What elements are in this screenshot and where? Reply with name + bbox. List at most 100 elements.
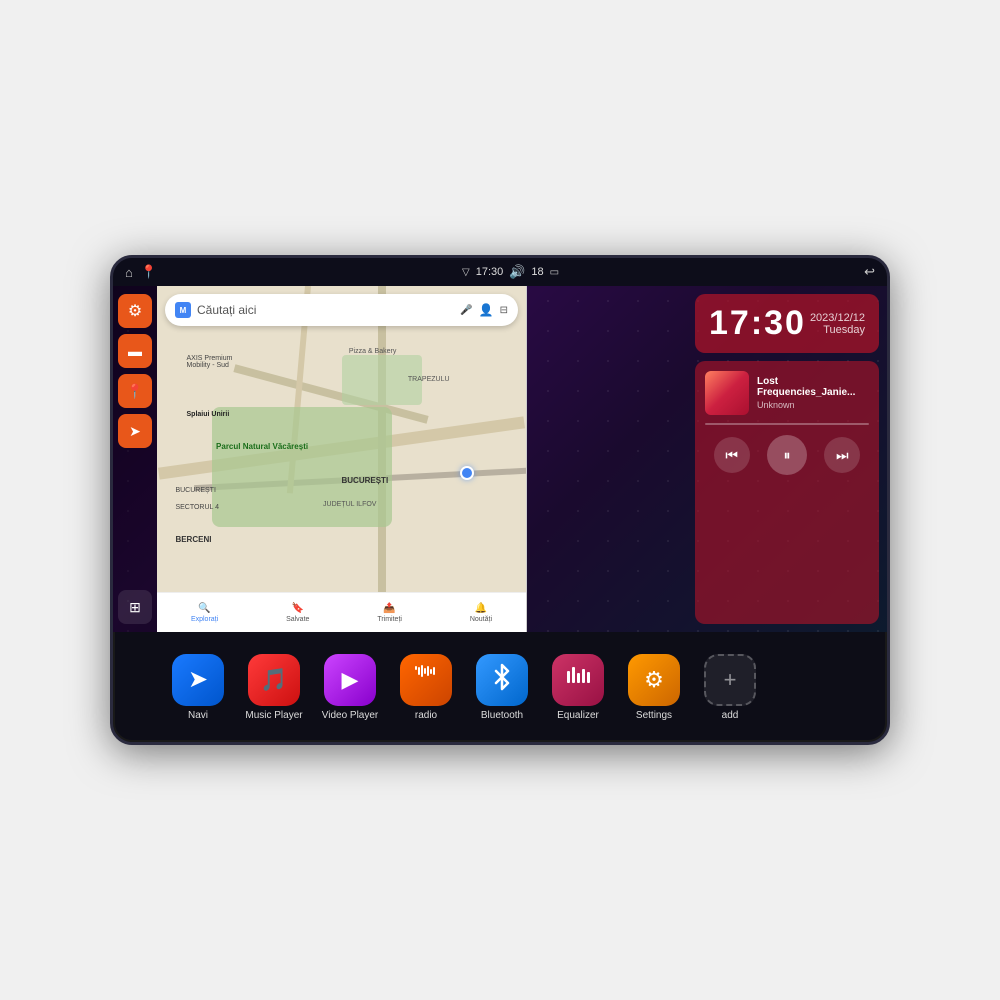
map-frame[interactable]: AXIS Premium Mobility - Sud Pizza & Bake… bbox=[157, 286, 527, 632]
add-label: add bbox=[722, 710, 739, 721]
bluetooth-icon-bg bbox=[476, 654, 528, 706]
clock-time: 17:30 bbox=[709, 304, 806, 343]
maps-status-icon[interactable]: 📍 bbox=[141, 264, 157, 280]
add-icon: + bbox=[724, 667, 737, 693]
sidebar-apps[interactable]: ⊞ bbox=[118, 590, 152, 624]
app-equalizer[interactable]: Equalizer bbox=[543, 654, 613, 721]
map-saved-btn[interactable]: 🔖 Salvate bbox=[286, 603, 309, 623]
video-player-label: Video Player bbox=[322, 710, 379, 721]
music-player-icon-bg: 🎵 bbox=[248, 654, 300, 706]
video-player-icon: ▶ bbox=[342, 667, 359, 693]
account-icon[interactable]: 👤 bbox=[479, 303, 494, 317]
nav-sidebar-icon: ➤ bbox=[129, 423, 141, 440]
saved-label: Salvate bbox=[286, 616, 309, 623]
battery-level: 18 bbox=[531, 266, 543, 278]
google-maps-logo: M bbox=[175, 302, 191, 318]
volume-icon: 🔊 bbox=[509, 264, 525, 280]
map-explore-btn[interactable]: 🔍 Explorați bbox=[191, 603, 218, 623]
music-progress-bar[interactable] bbox=[705, 423, 869, 425]
radio-label: radio bbox=[415, 710, 437, 721]
mic-icon[interactable]: 🎤 bbox=[460, 305, 472, 316]
map-area: AXIS Premium Mobility - Sud Pizza & Bake… bbox=[157, 286, 687, 632]
share-label: Trimiteți bbox=[377, 616, 402, 623]
time-display: 17:30 bbox=[476, 266, 504, 278]
bluetooth-icon bbox=[488, 663, 516, 697]
clock-day: Tuesday bbox=[810, 324, 865, 336]
music-player-label: Music Player bbox=[245, 710, 302, 721]
album-art-image bbox=[705, 371, 749, 415]
equalizer-icon bbox=[564, 663, 592, 697]
settings-sidebar-icon: ⚙ bbox=[128, 301, 142, 321]
status-left-icons: ⌂ 📍 bbox=[125, 264, 157, 280]
map-bottom-bar: 🔍 Explorați 🔖 Salvate 📤 Trimiteți � bbox=[157, 592, 526, 632]
sidebar-nav[interactable]: ➤ bbox=[118, 414, 152, 448]
apps-sidebar-icon: ⊞ bbox=[129, 599, 141, 616]
prev-button[interactable]: ⏮ bbox=[714, 437, 750, 473]
map-search-bar[interactable]: M Căutați aici 🎤 👤 ⊟ bbox=[165, 294, 518, 326]
track-info: Lost Frequencies_Janie... Unknown bbox=[705, 371, 869, 415]
app-settings[interactable]: ⚙ Settings bbox=[619, 654, 689, 721]
explore-icon: 🔍 bbox=[198, 603, 210, 614]
right-panel: 17:30 2023/12/12 Tuesday Lost Frequencie… bbox=[687, 286, 887, 632]
app-tray: ➤ Navi 🎵 Music Player ▶ Video Player bbox=[113, 632, 887, 742]
status-right: ↩ bbox=[864, 264, 875, 280]
settings-icon-bg: ⚙ bbox=[628, 654, 680, 706]
add-icon-bg: + bbox=[704, 654, 756, 706]
sidebar-settings[interactable]: ⚙ bbox=[118, 294, 152, 328]
navi-label: Navi bbox=[188, 710, 208, 721]
radio-icon bbox=[413, 664, 439, 695]
status-center: ▽ 17:30 🔊 18 ▭ bbox=[462, 264, 559, 280]
music-widget: Lost Frequencies_Janie... Unknown ⏮ ⏸ ⏭ bbox=[695, 361, 879, 624]
clock-date: 2023/12/12 bbox=[810, 312, 865, 324]
equalizer-label: Equalizer bbox=[557, 710, 599, 721]
share-icon: 📤 bbox=[383, 603, 395, 614]
map-news-btn[interactable]: 🔔 Noutăți bbox=[470, 603, 492, 623]
app-radio[interactable]: radio bbox=[391, 654, 461, 721]
battery-icon: ▭ bbox=[550, 267, 559, 278]
navi-icon: ➤ bbox=[188, 665, 208, 694]
map-share-btn[interactable]: 📤 Trimiteți bbox=[377, 603, 402, 623]
track-details: Lost Frequencies_Janie... Unknown bbox=[757, 376, 869, 410]
sidebar-maps[interactable]: 📍 bbox=[118, 374, 152, 408]
app-bluetooth[interactable]: Bluetooth bbox=[467, 654, 537, 721]
next-button[interactable]: ⏭ bbox=[824, 437, 860, 473]
settings-label: Settings bbox=[636, 710, 672, 721]
radio-icon-bg bbox=[400, 654, 452, 706]
clock-widget: 17:30 2023/12/12 Tuesday bbox=[695, 294, 879, 353]
saved-icon: 🔖 bbox=[292, 603, 304, 614]
next-icon: ⏭ bbox=[836, 447, 849, 464]
music-controls: ⏮ ⏸ ⏭ bbox=[705, 435, 869, 475]
music-player-icon: 🎵 bbox=[260, 667, 287, 693]
center-area: AXIS Premium Mobility - Sud Pizza & Bake… bbox=[157, 286, 687, 632]
album-art bbox=[705, 371, 749, 415]
clock-date-info: 2023/12/12 Tuesday bbox=[810, 312, 865, 336]
settings-icon: ⚙ bbox=[644, 667, 664, 693]
map-search-text: Căutați aici bbox=[197, 303, 454, 317]
explore-label: Explorați bbox=[191, 616, 218, 623]
sidebar-files[interactable]: ▬ bbox=[118, 334, 152, 368]
app-add[interactable]: + add bbox=[695, 654, 765, 721]
prev-icon: ⏮ bbox=[725, 447, 738, 464]
left-sidebar: ⚙ ▬ 📍 ➤ ⊞ bbox=[113, 286, 157, 632]
files-sidebar-icon: ▬ bbox=[128, 343, 142, 359]
home-icon[interactable]: ⌂ bbox=[125, 265, 133, 280]
main-content: ⚙ ▬ 📍 ➤ ⊞ bbox=[113, 286, 887, 632]
back-icon[interactable]: ↩ bbox=[864, 264, 875, 280]
layers-icon[interactable]: ⊟ bbox=[500, 305, 508, 316]
video-player-icon-bg: ▶ bbox=[324, 654, 376, 706]
app-video-player[interactable]: ▶ Video Player bbox=[315, 654, 385, 721]
pause-button[interactable]: ⏸ bbox=[767, 435, 807, 475]
status-bar: ⌂ 📍 ▽ 17:30 🔊 18 ▭ ↩ bbox=[113, 258, 887, 286]
car-head-unit: ⌂ 📍 ▽ 17:30 🔊 18 ▭ ↩ ⚙ ▬ 📍 bbox=[110, 255, 890, 745]
equalizer-icon-bg bbox=[552, 654, 604, 706]
app-navi[interactable]: ➤ Navi bbox=[163, 654, 233, 721]
maps-sidebar-icon: 📍 bbox=[126, 383, 143, 400]
wifi-icon: ▽ bbox=[462, 267, 470, 278]
news-label: Noutăți bbox=[470, 616, 492, 623]
navi-icon-bg: ➤ bbox=[172, 654, 224, 706]
app-music-player[interactable]: 🎵 Music Player bbox=[239, 654, 309, 721]
pause-icon: ⏸ bbox=[783, 447, 790, 464]
track-artist: Unknown bbox=[757, 400, 869, 410]
track-name: Lost Frequencies_Janie... bbox=[757, 376, 869, 398]
news-icon: 🔔 bbox=[475, 603, 487, 614]
